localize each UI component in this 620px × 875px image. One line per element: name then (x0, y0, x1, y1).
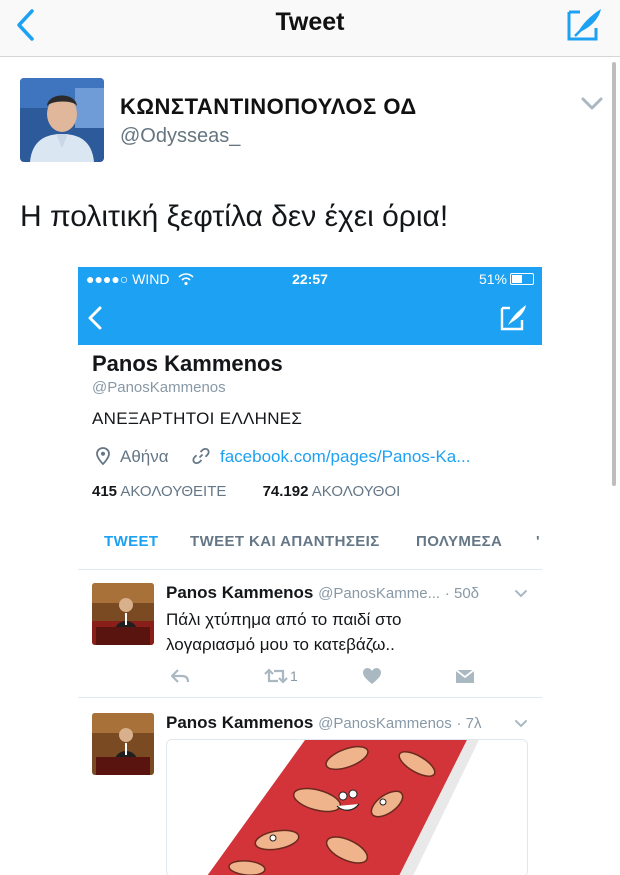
back-chevron-icon[interactable] (86, 305, 104, 331)
navigation-bar: Tweet (0, 0, 620, 57)
profile-stats: 415 ΑΚΟΛΟΥΘΕΙΤΕ 74.192 ΑΚΟΛΟΥΘΟΙ (92, 483, 400, 500)
tweet-author-handle[interactable]: @PanosKamme... (318, 585, 440, 602)
author-name[interactable]: ΚΩΝΣΤΑΝΤΙΝΟΠΟΥΛΟΣ ΟΔ (120, 94, 417, 120)
following-label[interactable]: ΑΚΟΛΟΥΘΕΙΤΕ (120, 483, 226, 500)
clock-time: 22:57 (292, 271, 328, 287)
compose-tweet-icon[interactable] (500, 303, 528, 331)
battery-icon (510, 273, 534, 285)
battery-status: 51% (479, 271, 534, 287)
tweet-time: · 7λ (456, 715, 482, 732)
tweet-text: Πάλι χτύπημα από το παιδί στο λογαριασμό… (166, 610, 402, 654)
tab-media[interactable]: ΠΟΛΥΜΕΣΑ (416, 533, 502, 550)
profile-location: Αθήνα (120, 447, 169, 466)
reply-icon[interactable] (170, 667, 190, 685)
status-bar: ●●●●○ WIND 22:57 51% (78, 267, 542, 291)
tweet-text: Η πολιτική ξεφτίλα δεν έχει όρια! (20, 200, 449, 233)
profile-handle: @PanosKammenos (92, 379, 226, 396)
tweet-avatar[interactable] (92, 583, 154, 645)
tab-tweets[interactable]: TWEET (104, 533, 159, 550)
chevron-down-icon[interactable] (514, 719, 528, 729)
tab-overflow[interactable]: ' (536, 533, 540, 550)
tweet-media-image[interactable] (166, 739, 528, 875)
author-avatar[interactable] (20, 78, 104, 162)
chevron-down-icon[interactable] (580, 96, 604, 112)
battery-level (512, 275, 522, 283)
page-title: Tweet (275, 8, 345, 36)
chevron-down-icon[interactable] (514, 589, 528, 599)
tweet-avatar[interactable] (92, 713, 154, 775)
retweet-icon[interactable] (264, 667, 288, 685)
profile-link[interactable]: facebook.com/pages/Panos-Ka... (220, 447, 470, 467)
cartoon-pattern-image (207, 740, 479, 875)
author-handle[interactable]: @Odysseas_ (120, 125, 240, 148)
profile-nav-bar (78, 291, 542, 345)
profile-tabs: TWEET TWEET ΚΑΙ ΑΠΑΝΤΗΣΕΙΣ ΠΟΛΥΜΕΣΑ ' (78, 517, 542, 570)
tweet-time: · 50δ (444, 585, 480, 602)
following-count[interactable]: 415 (92, 483, 117, 500)
tab-tweets-and-replies[interactable]: TWEET ΚΑΙ ΑΠΑΝΤΗΣΕΙΣ (190, 533, 380, 550)
profile-bio: ΑΝΕΞΑΡΤΗΤΟΙ ΕΛΛΗΝΕΣ (92, 409, 303, 428)
location-pin-icon (96, 447, 110, 465)
direct-message-icon[interactable] (454, 667, 476, 685)
tweet-divider (78, 697, 542, 698)
link-icon (192, 447, 210, 465)
tweet-author-name[interactable]: Panos Kammenos (166, 713, 313, 732)
scrollbar[interactable] (612, 62, 616, 486)
retweet-count: 1 (290, 668, 298, 684)
embedded-screenshot[interactable]: ●●●●○ WIND 22:57 51% Panos Kammenos @Pan… (78, 267, 542, 875)
tweet-author: Panos Kammenos @PanosKammenos · 7λ (166, 713, 482, 733)
tweet-author-handle[interactable]: @PanosKammenos (318, 715, 452, 732)
followers-label[interactable]: ΑΚΟΛΟΥΘΟΙ (312, 483, 401, 500)
profile-name: Panos Kammenos (92, 351, 283, 376)
compose-tweet-icon[interactable] (566, 6, 604, 42)
battery-percent: 51% (478, 271, 507, 287)
tweet-author-name[interactable]: Panos Kammenos (166, 583, 313, 602)
tweet-author: Panos Kammenos @PanosKamme... · 50δ (166, 583, 479, 603)
like-heart-icon[interactable] (362, 667, 382, 685)
followers-count[interactable]: 74.192 (263, 483, 309, 500)
